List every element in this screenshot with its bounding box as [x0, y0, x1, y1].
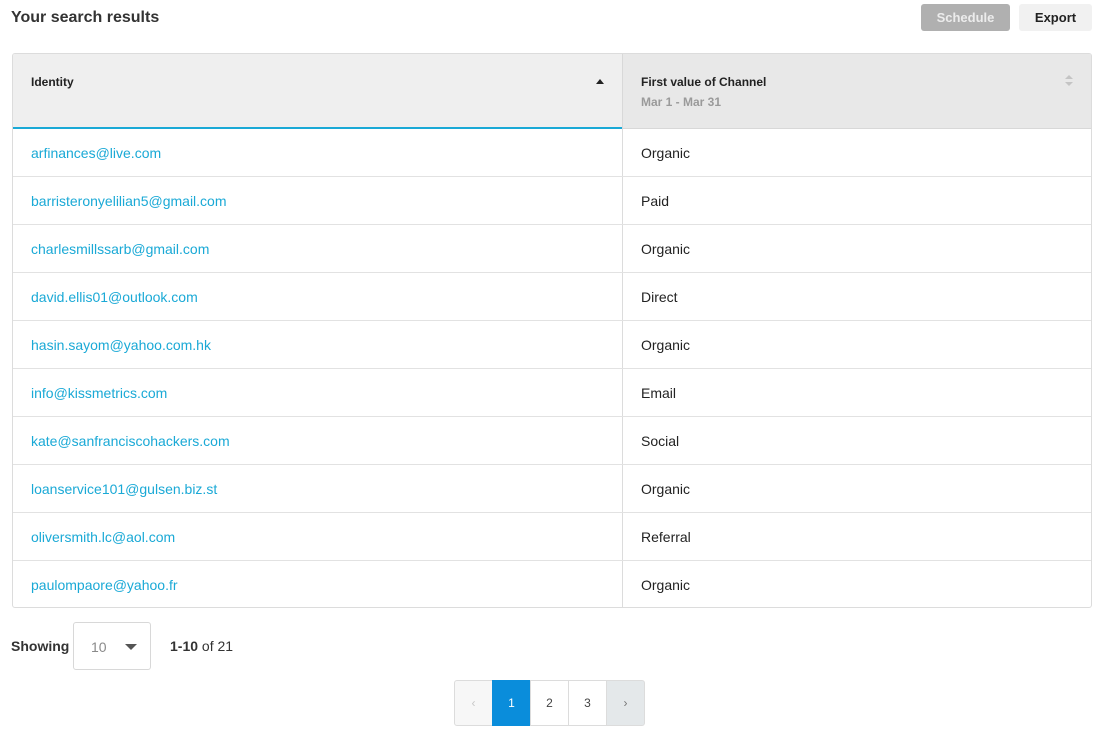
channel-cell: Direct: [622, 273, 1091, 320]
export-button[interactable]: Export: [1019, 4, 1092, 31]
identity-cell: barristeronyelilian5@gmail.com: [13, 177, 622, 224]
identity-cell: arfinances@live.com: [13, 129, 622, 176]
column-header-channel[interactable]: First value of Channel Mar 1 - Mar 31: [622, 54, 1091, 129]
table-row: paulompaore@yahoo.fr Organic: [13, 561, 1091, 607]
page-title: Your search results: [11, 9, 160, 26]
channel-value: Organic: [641, 481, 691, 497]
table-row: charlesmillssarb@gmail.com Organic: [13, 225, 1091, 273]
column-date-range: Mar 1 - Mar 31: [641, 95, 722, 109]
identity-cell: hasin.sayom@yahoo.com.hk: [13, 321, 622, 368]
identity-cell: oliversmith.lc@aol.com: [13, 513, 622, 560]
table-row: arfinances@live.com Organic: [13, 129, 1091, 177]
pagination: ‹ 1 2 3 ›: [454, 680, 645, 726]
channel-cell: Organic: [622, 465, 1091, 512]
page-size-value: 10: [91, 639, 107, 655]
table-body: arfinances@live.com Organic barristerony…: [13, 129, 1091, 607]
channel-cell: Email: [622, 369, 1091, 416]
channel-cell: Organic: [622, 321, 1091, 368]
sort-icon[interactable]: [1065, 75, 1073, 87]
identity-cell: charlesmillssarb@gmail.com: [13, 225, 622, 272]
identity-link[interactable]: charlesmillssarb@gmail.com: [31, 241, 209, 257]
table-row: david.ellis01@outlook.com Direct: [13, 273, 1091, 321]
column-header-identity[interactable]: Identity: [13, 54, 622, 129]
channel-cell: Organic: [622, 561, 1091, 607]
page-size-select[interactable]: 10: [73, 622, 151, 670]
identity-link[interactable]: paulompaore@yahoo.fr: [31, 577, 178, 593]
table-row: oliversmith.lc@aol.com Referral: [13, 513, 1091, 561]
channel-cell: Referral: [622, 513, 1091, 560]
channel-cell: Organic: [622, 225, 1091, 272]
channel-cell: Paid: [622, 177, 1091, 224]
identity-cell: paulompaore@yahoo.fr: [13, 561, 622, 607]
channel-value: Organic: [641, 337, 691, 353]
channel-value: Organic: [641, 577, 691, 593]
identity-link[interactable]: arfinances@live.com: [31, 145, 161, 161]
results-table: Identity First value of Channel Mar 1 - …: [12, 53, 1092, 608]
sort-ascending-icon[interactable]: [596, 79, 604, 84]
identity-cell: kate@sanfranciscohackers.com: [13, 417, 622, 464]
channel-value: Referral: [641, 529, 691, 545]
page-button-3[interactable]: 3: [568, 680, 607, 726]
identity-link[interactable]: oliversmith.lc@aol.com: [31, 529, 175, 545]
column-label: First value of Channel: [641, 75, 767, 89]
total-count: 21: [217, 638, 234, 654]
identity-link[interactable]: kate@sanfranciscohackers.com: [31, 433, 230, 449]
caret-down-icon: [125, 644, 137, 650]
identity-link[interactable]: david.ellis01@outlook.com: [31, 289, 198, 305]
channel-value: Organic: [641, 241, 691, 257]
schedule-button[interactable]: Schedule: [921, 4, 1010, 31]
channel-value: Social: [641, 433, 680, 449]
identity-link[interactable]: barristeronyelilian5@gmail.com: [31, 193, 227, 209]
identity-link[interactable]: loanservice101@gulsen.biz.st: [31, 481, 217, 497]
table-row: loanservice101@gulsen.biz.st Organic: [13, 465, 1091, 513]
next-page-button[interactable]: ›: [606, 680, 645, 726]
identity-cell: loanservice101@gulsen.biz.st: [13, 465, 622, 512]
table-row: info@kissmetrics.com Email: [13, 369, 1091, 417]
channel-value: Email: [641, 385, 677, 401]
page-button-2[interactable]: 2: [530, 680, 569, 726]
identity-link[interactable]: hasin.sayom@yahoo.com.hk: [31, 337, 211, 353]
range-value: 1-10: [170, 638, 199, 654]
channel-value: Direct: [641, 289, 678, 305]
results-header: Your search results Schedule Export: [11, 0, 1092, 36]
result-range: 1-10 of 21: [170, 638, 233, 654]
channel-value: Paid: [641, 193, 670, 209]
table-row: barristeronyelilian5@gmail.com Paid: [13, 177, 1091, 225]
table-row: hasin.sayom@yahoo.com.hk Organic: [13, 321, 1091, 369]
page-button-1[interactable]: 1: [492, 680, 531, 726]
identity-cell: david.ellis01@outlook.com: [13, 273, 622, 320]
table-row: kate@sanfranciscohackers.com Social: [13, 417, 1091, 465]
channel-cell: Social: [622, 417, 1091, 464]
of-label: of: [201, 638, 214, 654]
channel-cell: Organic: [622, 129, 1091, 176]
prev-page-button[interactable]: ‹: [454, 680, 493, 726]
channel-value: Organic: [641, 145, 691, 161]
column-label: Identity: [31, 75, 74, 89]
identity-link[interactable]: info@kissmetrics.com: [31, 385, 167, 401]
showing-label: Showing: [11, 638, 70, 654]
identity-cell: info@kissmetrics.com: [13, 369, 622, 416]
table-header: Identity First value of Channel Mar 1 - …: [13, 54, 1091, 129]
